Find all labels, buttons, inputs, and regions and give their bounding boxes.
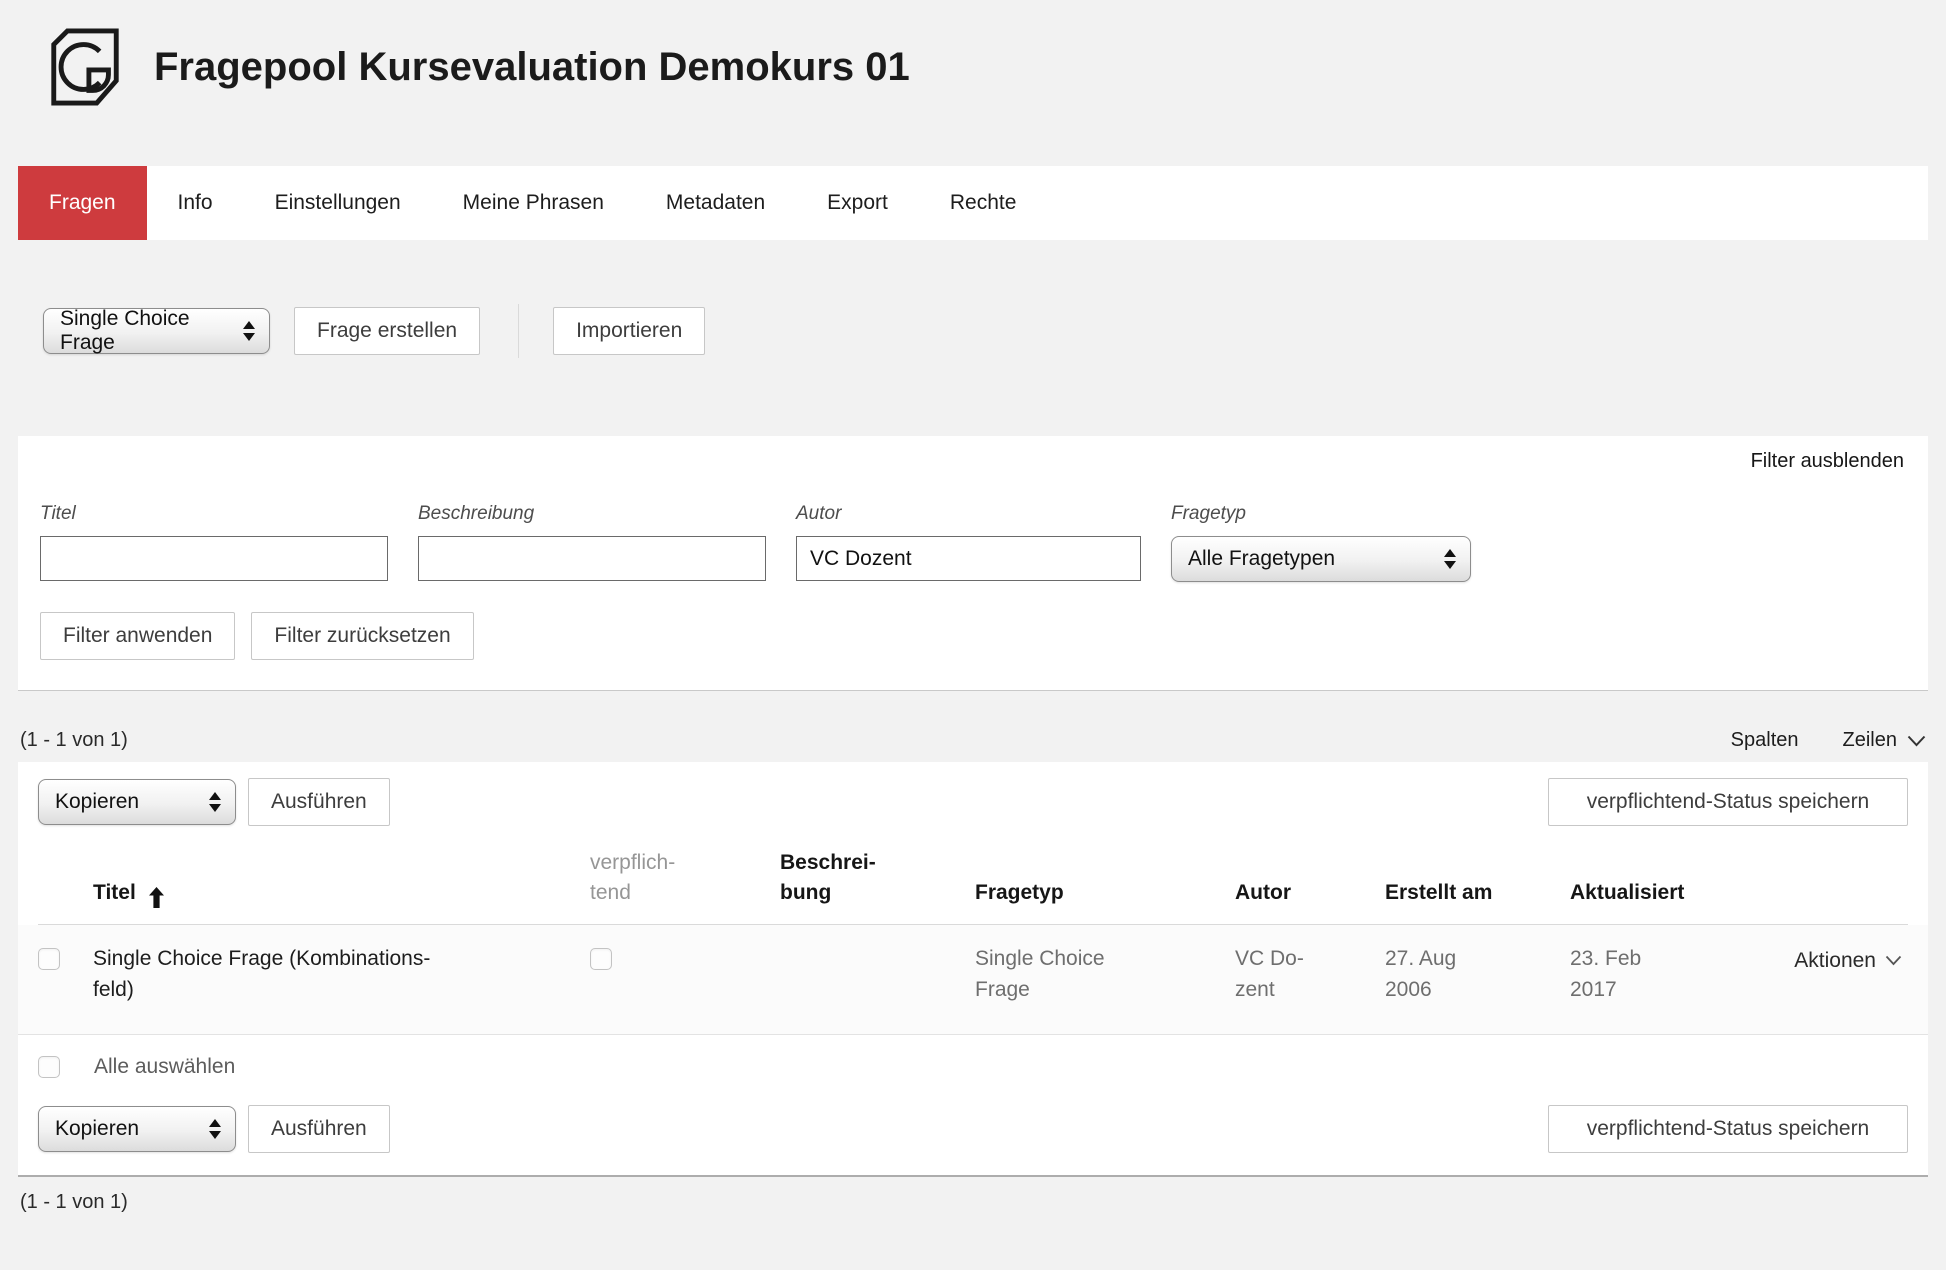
filter-apply-button[interactable]: Filter anwenden <box>40 612 235 660</box>
save-mandatory-status-button-bottom[interactable]: verpflichtend-Status speichern <box>1548 1105 1908 1153</box>
cell-titel: Single Choice Frage (Kombinations­feld) <box>93 943 590 1006</box>
table-row: Single Choice Frage (Kombinations­feld) … <box>38 925 1908 1034</box>
bulk-action-select-bottom-value: Kopieren <box>55 1117 139 1141</box>
filter-group-titel: Titel <box>40 503 388 582</box>
bulk-action-select-bottom[interactable]: Kopieren <box>38 1106 236 1152</box>
column-header-beschreibung[interactable]: Beschrei­bung <box>780 848 975 909</box>
row-select-checkbox[interactable] <box>38 948 60 970</box>
filter-fragetyp-label: Fragetyp <box>1171 503 1471 525</box>
select-all-label: Alle auswählen <box>94 1055 235 1079</box>
filter-titel-label: Titel <box>40 503 388 525</box>
cell-beschreibung <box>780 943 975 1006</box>
filter-panel: Filter ausblenden Titel Beschreibung Aut… <box>18 436 1928 691</box>
bulk-action-select-top[interactable]: Kopieren <box>38 779 236 825</box>
filter-group-autor: Autor <box>796 503 1141 582</box>
filter-group-fragetyp: Fragetyp Alle Fragetypen <box>1171 503 1471 582</box>
tab-einstellungen[interactable]: Einstellungen <box>244 166 432 240</box>
filter-fragetyp-select-value: Alle Fragetypen <box>1188 547 1335 571</box>
rows-link-label: Zeilen <box>1843 729 1897 752</box>
tab-info[interactable]: Info <box>147 166 244 240</box>
tab-rechte[interactable]: Rechte <box>919 166 1048 240</box>
bulk-action-select-top-value: Kopieren <box>55 790 139 814</box>
up-down-arrows-icon <box>193 1119 221 1139</box>
columns-link[interactable]: Spalten <box>1731 729 1799 752</box>
chevron-down-icon <box>1885 955 1902 966</box>
filter-reset-button[interactable]: Filter zurücksetzen <box>251 612 473 660</box>
import-button[interactable]: Importieren <box>553 307 705 355</box>
page: Fragepool Kursevaluation Demokurs 01 Fra… <box>0 0 1946 1214</box>
chevron-down-icon <box>1907 735 1926 747</box>
tab-bar: Fragen Info Einstellungen Meine Phrasen … <box>18 166 1928 240</box>
table-controls-bottom: Kopieren Ausführen verpflichtend-Status … <box>38 1105 1908 1153</box>
column-header-titel-label: Titel <box>93 878 136 908</box>
filter-autor-label: Autor <box>796 503 1141 525</box>
page-title: Fragepool Kursevaluation Demokurs 01 <box>154 45 910 90</box>
filter-fields: Titel Beschreibung Autor Fragetyp Alle F… <box>40 503 1904 582</box>
result-count-bottom: (1 - 1 von 1) <box>20 1191 1926 1214</box>
up-down-arrows-icon <box>1428 549 1456 569</box>
select-all-row: Alle auswählen <box>38 1035 1908 1081</box>
filter-hide-link[interactable]: Filter ausblenden <box>1751 450 1904 472</box>
table-meta-row: (1 - 1 von 1) Spalten Zeilen <box>20 729 1926 752</box>
select-all-checkbox[interactable] <box>38 1056 60 1078</box>
table-controls-top: Kopieren Ausführen verpflichtend-Status … <box>38 778 1908 826</box>
toolbar-divider <box>518 304 519 358</box>
cell-aktionen: Aktionen <box>1760 943 1908 1006</box>
up-down-arrows-icon <box>227 321 255 341</box>
table-header-row: Titel verpflich­tend Beschrei­bung Frage… <box>38 848 1908 925</box>
column-header-fragetyp[interactable]: Fragetyp <box>975 878 1235 908</box>
column-header-titel[interactable]: Titel <box>93 878 590 908</box>
save-mandatory-status-button-top[interactable]: verpflichtend-Status speichern <box>1548 778 1908 826</box>
actions-dropdown-label: Aktionen <box>1794 945 1876 977</box>
question-table-panel: Kopieren Ausführen verpflichtend-Status … <box>18 762 1928 1177</box>
question-type-select[interactable]: Single Choice Frage <box>43 308 270 354</box>
column-header-verpflichtend: verpflich­tend <box>590 848 780 909</box>
page-header: Fragepool Kursevaluation Demokurs 01 <box>0 0 1946 108</box>
tab-fragen[interactable]: Fragen <box>18 166 147 240</box>
cell-autor: VC Do­zent <box>1235 943 1385 1006</box>
filter-fragetyp-select[interactable]: Alle Fragetypen <box>1171 536 1471 582</box>
cell-aktualisiert: 23. Feb 2017 <box>1570 943 1760 1006</box>
cell-erstellt-am: 27. Aug 2006 <box>1385 943 1570 1006</box>
create-question-toolbar: Single Choice Frage Frage erstellen Impo… <box>43 304 1946 358</box>
execute-button-top[interactable]: Ausführen <box>248 778 390 826</box>
tab-metadaten[interactable]: Metadaten <box>635 166 796 240</box>
question-title-link[interactable]: Single Choice Frage (Kombinations­feld) <box>93 943 463 1006</box>
filter-buttons: Filter anwenden Filter zurücksetzen <box>40 612 1904 660</box>
mandatory-checkbox[interactable] <box>590 948 612 970</box>
question-pool-icon <box>44 26 126 108</box>
rows-link[interactable]: Zeilen <box>1843 729 1926 752</box>
up-down-arrows-icon <box>193 792 221 812</box>
actions-dropdown[interactable]: Aktionen <box>1794 943 1902 977</box>
question-type-select-value: Single Choice Frage <box>60 307 227 355</box>
filter-beschreibung-label: Beschreibung <box>418 503 766 525</box>
column-header-autor[interactable]: Autor <box>1235 878 1385 908</box>
create-question-button[interactable]: Frage erstellen <box>294 307 480 355</box>
result-count-top: (1 - 1 von 1) <box>20 729 128 752</box>
tab-export[interactable]: Export <box>796 166 919 240</box>
filter-group-beschreibung: Beschreibung <box>418 503 766 582</box>
filter-autor-input[interactable] <box>796 536 1141 581</box>
filter-titel-input[interactable] <box>40 536 388 581</box>
filter-beschreibung-input[interactable] <box>418 536 766 581</box>
execute-button-bottom[interactable]: Ausführen <box>248 1105 390 1153</box>
column-header-aktualisiert[interactable]: Aktualisiert <box>1570 878 1760 908</box>
tab-meine-phrasen[interactable]: Meine Phrasen <box>432 166 635 240</box>
column-header-erstellt-am[interactable]: Erstellt am <box>1385 878 1570 908</box>
sort-ascending-arrow-icon <box>148 887 165 908</box>
cell-fragetyp: Single Choice Frage <box>975 943 1235 1006</box>
filter-hide-row: Filter ausblenden <box>40 450 1904 473</box>
